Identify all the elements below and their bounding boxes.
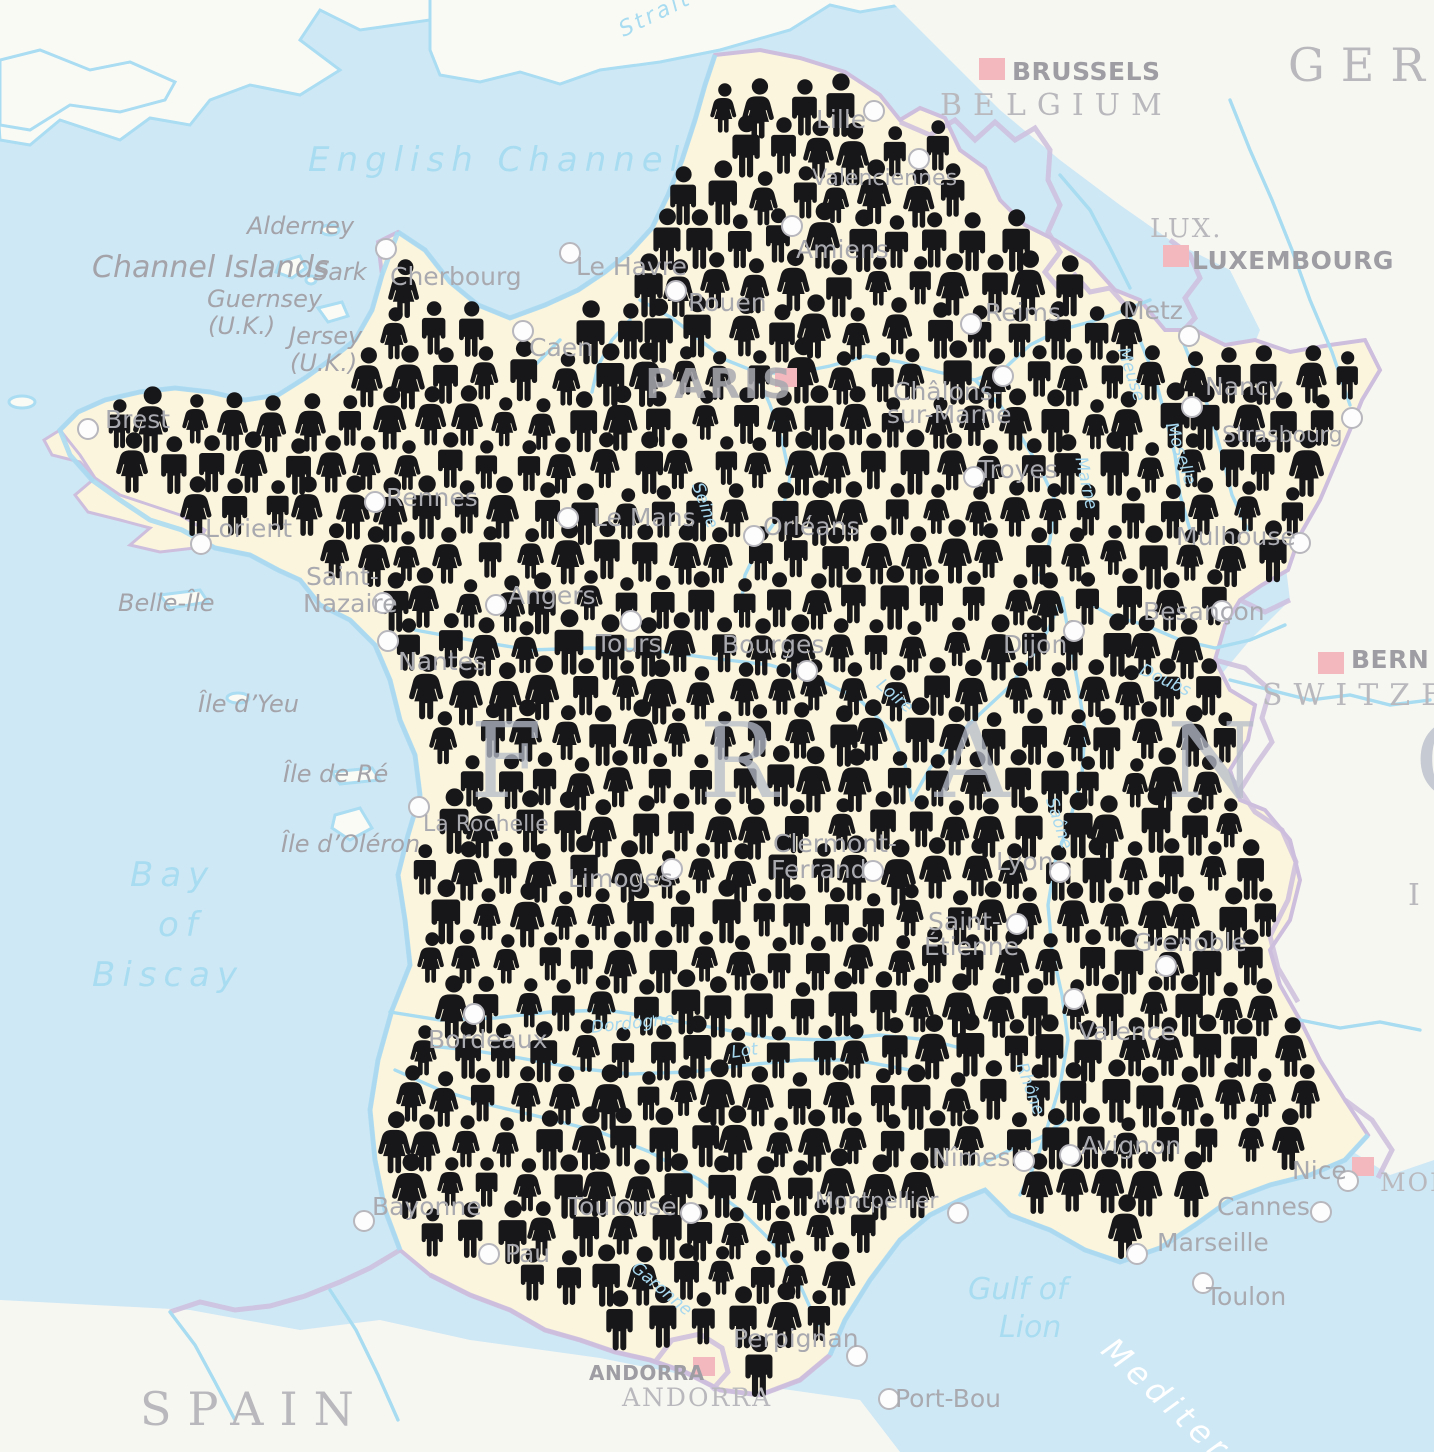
male-person-icon: [691, 1292, 715, 1345]
female-person-icon: [728, 298, 760, 357]
city-marker[interactable]: [1006, 913, 1028, 935]
city-marker[interactable]: [478, 1243, 500, 1265]
city-marker[interactable]: [960, 313, 982, 335]
male-person-icon: [715, 435, 738, 485]
city-marker[interactable]: [1289, 532, 1311, 554]
male-person-icon: [221, 478, 247, 536]
city-marker[interactable]: [963, 466, 985, 488]
city-marker[interactable]: [559, 242, 581, 264]
female-person-icon: [900, 1152, 935, 1219]
city-marker[interactable]: [1310, 1201, 1332, 1223]
male-person-icon: [1259, 520, 1287, 583]
male-person-icon: [266, 480, 289, 531]
female-person-icon: [320, 523, 350, 579]
city-marker[interactable]: [661, 858, 683, 880]
female-person-icon: [437, 1157, 464, 1207]
female-person-icon: [1005, 661, 1032, 714]
city-marker[interactable]: [620, 610, 642, 632]
male-person-icon: [807, 1290, 831, 1342]
capital-marker[interactable]: [1163, 245, 1189, 267]
city-marker[interactable]: [1341, 407, 1363, 429]
city-marker[interactable]: [1155, 955, 1177, 977]
female-person-icon: [954, 1109, 984, 1166]
city-marker[interactable]: [1181, 396, 1203, 418]
male-person-icon: [841, 567, 866, 624]
city-marker[interactable]: [1013, 1150, 1035, 1172]
male-person-icon: [784, 523, 809, 578]
female-person-icon: [116, 431, 149, 493]
female-person-icon: [663, 707, 690, 757]
female-person-icon: [179, 476, 212, 536]
city-marker[interactable]: [408, 796, 430, 818]
city-marker[interactable]: [680, 1202, 702, 1224]
male-person-icon: [606, 1290, 634, 1351]
city-marker[interactable]: [908, 148, 930, 170]
male-person-icon: [480, 703, 505, 758]
female-person-icon: [291, 476, 323, 536]
city-marker[interactable]: [372, 592, 394, 614]
city-marker[interactable]: [375, 238, 397, 260]
male-person-icon: [745, 1335, 773, 1397]
male-person-icon: [1336, 351, 1359, 400]
female-person-icon: [1174, 1151, 1209, 1218]
city-marker[interactable]: [947, 1202, 969, 1224]
male-person-icon: [940, 163, 965, 218]
city-marker[interactable]: [743, 525, 765, 547]
male-person-icon: [753, 888, 775, 938]
population-pictogram-layer: [0, 0, 1434, 1452]
city-marker[interactable]: [796, 660, 818, 682]
city-marker[interactable]: [878, 1388, 900, 1410]
city-marker[interactable]: [1178, 325, 1200, 347]
capital-marker[interactable]: [693, 1357, 715, 1376]
male-person-icon: [920, 568, 944, 622]
female-person-icon: [1272, 1108, 1305, 1171]
male-person-icon: [478, 525, 502, 578]
city-marker[interactable]: [1126, 1243, 1148, 1265]
city-marker[interactable]: [665, 280, 687, 302]
capital-marker[interactable]: [775, 368, 797, 387]
male-person-icon: [510, 340, 538, 402]
city-marker[interactable]: [1059, 1144, 1081, 1166]
city-marker[interactable]: [1192, 1272, 1214, 1294]
city-marker[interactable]: [485, 594, 507, 616]
population-map: English ChannelStrait of DoverBayofBisca…: [0, 0, 1434, 1452]
city-marker[interactable]: [1063, 988, 1085, 1010]
female-person-icon: [429, 710, 457, 764]
city-marker[interactable]: [1337, 1170, 1359, 1192]
city-marker[interactable]: [992, 365, 1014, 387]
city-marker[interactable]: [557, 507, 579, 529]
female-person-icon: [897, 347, 925, 400]
city-marker[interactable]: [353, 1210, 375, 1232]
male-person-icon: [421, 1208, 444, 1257]
female-person-icon: [590, 432, 620, 489]
male-person-icon: [539, 932, 561, 981]
female-person-icon: [1200, 841, 1227, 891]
city-marker[interactable]: [77, 418, 99, 440]
male-person-icon: [649, 1286, 677, 1348]
city-marker[interactable]: [863, 100, 885, 122]
female-person-icon: [1238, 1113, 1264, 1162]
female-person-icon: [672, 346, 698, 395]
city-marker[interactable]: [781, 215, 803, 237]
capital-marker[interactable]: [1318, 652, 1344, 674]
city-marker[interactable]: [377, 630, 399, 652]
city-marker[interactable]: [1063, 620, 1085, 642]
city-marker[interactable]: [1211, 600, 1233, 622]
city-marker[interactable]: [364, 491, 386, 513]
capital-marker[interactable]: [979, 58, 1005, 80]
male-person-icon: [520, 1247, 544, 1301]
female-person-icon: [692, 390, 719, 441]
city-marker[interactable]: [846, 1345, 868, 1367]
city-marker[interactable]: [463, 1003, 485, 1025]
city-marker[interactable]: [512, 320, 534, 342]
city-marker[interactable]: [1049, 861, 1071, 883]
city-marker[interactable]: [190, 533, 212, 555]
male-person-icon: [557, 1250, 582, 1306]
city-marker[interactable]: [862, 860, 884, 882]
